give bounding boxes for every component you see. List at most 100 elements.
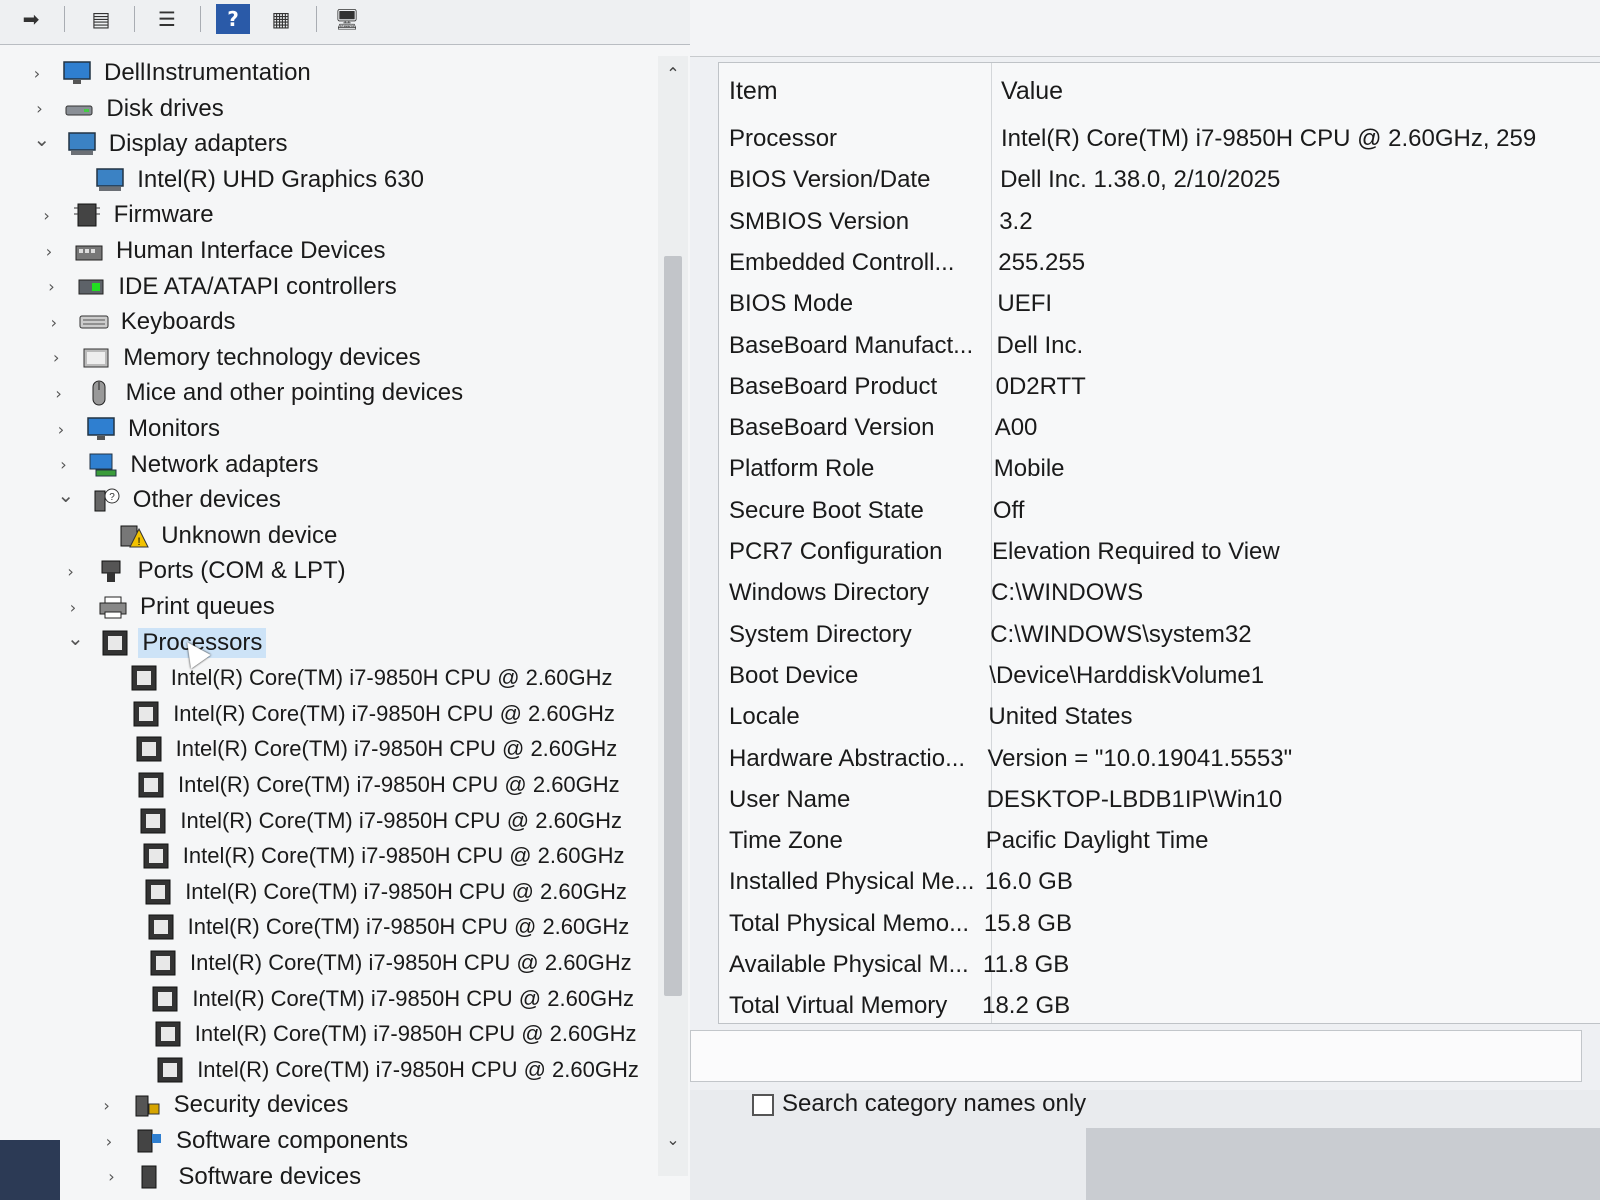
row-value-cell: DESKTOP-LBDB1IP\Win10 xyxy=(986,785,1283,813)
chevron-right-icon[interactable]: › xyxy=(43,313,65,332)
tree-category-item[interactable]: › Ports (COM & LPT) xyxy=(60,554,345,588)
table-row[interactable]: Available Physical M... 11.8 GB xyxy=(719,945,1600,985)
table-row[interactable]: BIOS Version/Date Dell Inc. 1.38.0, 2/10/… xyxy=(719,160,1600,200)
table-row[interactable]: Total Virtual Memory 18.2 GB xyxy=(719,986,1600,1023)
chevron-right-icon[interactable]: › xyxy=(38,242,60,261)
mouse-icon xyxy=(84,380,114,406)
chevron-right-icon[interactable]: › xyxy=(98,1132,120,1151)
table-row[interactable]: Installed Physical Me... 16.0 GB xyxy=(719,862,1600,902)
table-row[interactable]: PCR7 Configuration Elevation Required to … xyxy=(719,532,1600,572)
table-row[interactable]: System Directory C:\WINDOWS\system32 xyxy=(719,615,1600,655)
back-icon[interactable]: ➡ xyxy=(14,4,48,34)
chevron-right-icon[interactable]: › xyxy=(36,206,58,225)
tree-category-item[interactable]: › Keyboards xyxy=(43,305,236,339)
row-item-cell: Secure Boot State xyxy=(729,496,924,524)
table-row[interactable]: Embedded Controll... 255.255 xyxy=(719,243,1600,283)
table-row[interactable]: BaseBoard Version A00 xyxy=(719,408,1600,448)
column-header-value[interactable]: Value xyxy=(1001,77,1063,106)
tree-category-item[interactable]: › Monitors xyxy=(50,412,220,446)
chevron-right-icon[interactable]: › xyxy=(96,1096,118,1115)
help-icon[interactable]: ? xyxy=(216,4,250,34)
chevron-right-icon[interactable]: › xyxy=(60,562,82,581)
row-value-cell: Elevation Required to View xyxy=(992,538,1280,565)
chevron-right-icon[interactable]: › xyxy=(100,1167,122,1186)
view-icon[interactable]: ▦ xyxy=(264,4,298,34)
tree-category-item[interactable]: › Network adapters xyxy=(52,448,318,482)
processor-icon xyxy=(131,701,161,727)
tree-category-item[interactable]: › Memory technology devices xyxy=(45,341,421,375)
tree-category-item[interactable]: › IDE ATA/ATAPI controllers xyxy=(40,270,397,304)
tree-category-item[interactable]: › Security devices xyxy=(96,1088,348,1122)
tree-child-item[interactable]: Intel(R) Core(TM) i7-9850H CPU @ 2.60GHz xyxy=(136,768,620,802)
row-item-cell: Total Physical Memo... xyxy=(729,909,970,937)
row-value-cell: Off xyxy=(992,496,1025,524)
column-header-item[interactable]: Item xyxy=(729,77,778,106)
device-tree-scrollbar[interactable]: ⌃ ⌄ xyxy=(658,56,688,1176)
tree-child-item[interactable]: Intel(R) Core(TM) i7-9850H CPU @ 2.60GHz xyxy=(146,910,629,944)
tree-child-item[interactable]: Intel(R) Core(TM) i7-9850H CPU @ 2.60GHz xyxy=(129,661,612,695)
chevron-right-icon[interactable]: › xyxy=(50,420,72,439)
table-row[interactable]: Hardware Abstractio... Version = "10.0.19… xyxy=(719,739,1600,779)
chevron-down-icon[interactable]: ⌄ xyxy=(64,626,86,650)
properties-icon[interactable]: ▤ xyxy=(84,4,118,34)
tree-category-item[interactable]: › Print queues xyxy=(62,590,275,624)
tree-child-item[interactable]: Intel(R) Core(TM) i7-9850H CPU @ 2.60GHz xyxy=(134,732,617,766)
tree-child-item[interactable]: Intel(R) Core(TM) i7-9850H CPU @ 2.60GHz xyxy=(141,839,624,873)
tree-category-item[interactable]: › Software devices xyxy=(100,1160,361,1194)
tree-item-label: Display adapters xyxy=(108,130,288,158)
table-row[interactable]: SMBIOS Version 3.2 xyxy=(719,202,1600,242)
table-row[interactable]: BIOS Mode UEFI xyxy=(719,284,1600,324)
tree-child-item[interactable]: Intel(R) Core(TM) i7-9850H CPU @ 2.60GHz xyxy=(148,946,632,980)
chevron-right-icon[interactable]: › xyxy=(52,455,74,474)
tree-category-item[interactable]: ⌄ Processors xyxy=(64,626,267,660)
tree-item-label: DellInstrumentation xyxy=(104,59,311,86)
tree-item-label: Intel(R) Core(TM) i7-9850H CPU @ 2.60GHz xyxy=(185,878,627,904)
scrollbar-thumb[interactable] xyxy=(664,256,682,996)
table-row[interactable]: Time Zone Pacific Daylight Time xyxy=(719,821,1600,861)
tree-child-item[interactable]: Intel(R) UHD Graphics 630 xyxy=(95,163,424,197)
tree-category-item[interactable]: ⌄ Display adapters xyxy=(31,127,288,161)
chevron-right-icon[interactable]: › xyxy=(40,277,62,296)
table-row[interactable]: User Name DESKTOP-LBDB1IP\Win10 xyxy=(719,780,1600,820)
table-row[interactable]: Total Physical Memo... 15.8 GB xyxy=(719,904,1600,944)
table-row[interactable]: BaseBoard Manufact... Dell Inc. xyxy=(719,326,1600,366)
search-category-names-checkbox[interactable] xyxy=(752,1094,774,1116)
table-row[interactable]: Boot Device \Device\HarddiskVolume1 xyxy=(719,656,1600,696)
scroll-up-icon[interactable]: ⌃ xyxy=(658,64,688,90)
tree-child-item[interactable]: Intel(R) Core(TM) i7-9850H CPU @ 2.60GHz xyxy=(150,982,634,1016)
table-row[interactable]: Platform Role Mobile xyxy=(719,449,1600,489)
tree-category-item[interactable]: ⌄? Other devices xyxy=(55,483,280,517)
scroll-down-icon[interactable]: ⌄ xyxy=(658,1130,688,1156)
tree-category-item[interactable]: › Disk drives xyxy=(28,92,224,126)
tree-child-item[interactable]: Intel(R) Core(TM) i7-9850H CPU @ 2.60GHz xyxy=(153,1017,636,1051)
table-row[interactable]: Processor Intel(R) Core(TM) i7-9850H CPU … xyxy=(719,119,1600,159)
table-row[interactable]: Secure Boot State Off xyxy=(719,491,1600,531)
chevron-right-icon[interactable]: › xyxy=(26,64,48,83)
tree-child-item[interactable]: Intel(R) Core(TM) i7-9850H CPU @ 2.60GHz xyxy=(155,1053,639,1087)
chevron-right-icon[interactable]: › xyxy=(28,99,50,118)
table-row[interactable]: Windows Directory C:\WINDOWS xyxy=(719,573,1600,613)
tree-category-item[interactable]: › Mice and other pointing devices xyxy=(48,376,463,410)
tree-child-item[interactable]: Intel(R) Core(TM) i7-9850H CPU @ 2.60GHz xyxy=(131,697,615,731)
tree-child-item[interactable]: ! Unknown device xyxy=(119,519,337,553)
scan-hardware-icon[interactable]: 🖥 xyxy=(330,4,364,34)
tree-child-item[interactable]: Intel(R) Core(TM) i7-9850H CPU @ 2.60GHz xyxy=(143,875,627,909)
tree-category-item[interactable]: › Human Interface Devices xyxy=(38,234,386,268)
row-value-cell: UEFI xyxy=(997,290,1053,318)
tree-category-item[interactable]: › Software components xyxy=(98,1124,408,1158)
chevron-down-icon[interactable]: ⌄ xyxy=(31,127,53,151)
search-category-names-label[interactable]: Search category names only xyxy=(782,1090,1086,1118)
chevron-right-icon[interactable]: › xyxy=(45,348,67,367)
table-row[interactable]: Locale United States xyxy=(719,697,1600,737)
row-item-cell: PCR7 Configuration xyxy=(729,538,943,565)
tree-category-item[interactable]: › DellInstrumentation xyxy=(26,56,311,90)
find-what-input[interactable] xyxy=(690,1030,1582,1082)
tree-category-item[interactable]: › Firmware xyxy=(36,198,213,232)
list-icon[interactable]: ☰ xyxy=(150,4,184,34)
tree-child-item[interactable]: Intel(R) Core(TM) i7-9850H CPU @ 2.60GHz xyxy=(138,804,622,838)
table-row[interactable]: BaseBoard Product 0D2RTT xyxy=(719,367,1600,407)
tree-item-label: Software devices xyxy=(178,1162,362,1190)
chevron-right-icon[interactable]: › xyxy=(48,384,70,403)
chevron-down-icon[interactable]: ⌄ xyxy=(55,483,77,507)
chevron-right-icon[interactable]: › xyxy=(62,598,84,617)
